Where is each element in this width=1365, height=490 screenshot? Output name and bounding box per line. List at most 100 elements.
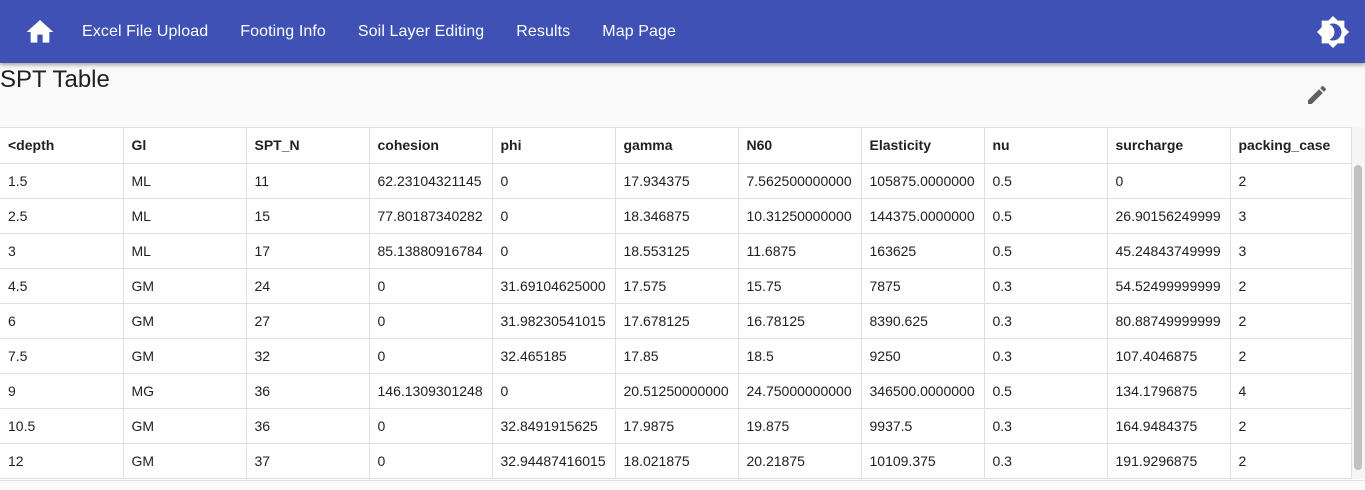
table-cell[interactable]: 0.5 xyxy=(984,163,1108,199)
table-row[interactable]: 7.5 GM 32 0 32.465185 17.85 18.5 9250 0.3 107.404… xyxy=(0,338,1354,374)
table-cell[interactable]: 2 xyxy=(1230,163,1354,199)
table-cell[interactable]: 0 xyxy=(369,408,493,444)
table-cell[interactable]: 9937.5 xyxy=(861,408,985,444)
table-cell[interactable]: 2 xyxy=(1230,408,1354,444)
table-row[interactable]: 10.5 GM 36 0 32.8491915625 17.9875 19.875 9937.… xyxy=(0,408,1354,444)
table-cell[interactable]: 20.51250000000 xyxy=(615,373,739,409)
table-cell[interactable]: 0 xyxy=(492,233,616,269)
table-cell[interactable]: 3 xyxy=(0,233,124,269)
table-cell[interactable]: 77.80187340282 xyxy=(369,198,493,234)
table-cell[interactable]: 0 xyxy=(492,163,616,199)
table-cell[interactable]: 16.78125 xyxy=(738,303,862,339)
table-cell[interactable]: 105875.0000000 xyxy=(861,163,985,199)
table-cell[interactable]: 8390.625 xyxy=(861,303,985,339)
table-cell[interactable]: GM xyxy=(123,443,247,479)
table-cell[interactable]: 15 xyxy=(246,198,370,234)
table-cell[interactable]: 4.5 xyxy=(0,268,124,304)
table-cell[interactable]: 15.75 xyxy=(738,268,862,304)
table-cell[interactable]: 191.9296875 xyxy=(1107,443,1231,479)
home-button[interactable] xyxy=(20,12,60,52)
table-cell[interactable]: 0 xyxy=(369,303,493,339)
table-cell[interactable]: 144375.0000000 xyxy=(861,198,985,234)
edit-table-button[interactable] xyxy=(1304,82,1330,108)
table-row[interactable]: 4.5 GM 24 0 31.69104625000 17.575 15.75 7875 0.3… xyxy=(0,268,1354,304)
table-cell[interactable]: 17.9875 xyxy=(615,408,739,444)
table-row[interactable]: 9 MG 36 146.1309301248 0 20.51250000000 24.750… xyxy=(0,373,1354,409)
table-cell[interactable]: 36 xyxy=(246,373,370,409)
table-cell[interactable]: 3 xyxy=(1230,198,1354,234)
table-cell[interactable]: 346500.0000000 xyxy=(861,373,985,409)
table-cell[interactable]: ML xyxy=(123,163,247,199)
nav-excel-file-upload[interactable]: Excel File Upload xyxy=(66,0,224,63)
table-cell[interactable]: 32.94487416015 xyxy=(492,443,616,479)
table-cell[interactable]: 45.24843749999 xyxy=(1107,233,1231,269)
table-cell[interactable]: 6 xyxy=(0,303,124,339)
table-cell[interactable]: 18.553125 xyxy=(615,233,739,269)
table-cell[interactable]: 0.3 xyxy=(984,303,1108,339)
table-cell[interactable]: 0 xyxy=(369,443,493,479)
theme-toggle-button[interactable] xyxy=(1315,14,1351,50)
column-header[interactable]: phi xyxy=(492,128,616,164)
table-cell[interactable]: 17.575 xyxy=(615,268,739,304)
table-cell[interactable]: 17.85 xyxy=(615,338,739,374)
table-cell[interactable]: 62.23104321145 xyxy=(369,163,493,199)
table-cell[interactable]: 9250 xyxy=(861,338,985,374)
table-cell[interactable]: 17.678125 xyxy=(615,303,739,339)
table-cell[interactable]: 17 xyxy=(246,233,370,269)
nav-soil-layer-editing[interactable]: Soil Layer Editing xyxy=(342,0,500,63)
table-cell[interactable]: 31.98230541015 xyxy=(492,303,616,339)
table-row[interactable]: 1.5 ML 11 62.23104321145 0 17.934375 7.5625000… xyxy=(0,163,1354,199)
table-row[interactable]: 12 GM 37 0 32.94487416015 18.021875 20.21875 10… xyxy=(0,443,1354,479)
table-cell[interactable]: 134.1796875 xyxy=(1107,373,1231,409)
table-cell[interactable]: GM xyxy=(123,303,247,339)
table-cell[interactable]: 0.3 xyxy=(984,338,1108,374)
table-row[interactable]: 3 ML 17 85.13880916784 0 18.553125 11.6875 1636… xyxy=(0,233,1354,269)
table-cell[interactable]: 4 xyxy=(1230,373,1354,409)
column-header[interactable]: surcharge xyxy=(1107,128,1231,164)
table-cell[interactable]: 0.3 xyxy=(984,408,1108,444)
column-header[interactable]: SPT_N xyxy=(246,128,370,164)
table-cell[interactable]: 0 xyxy=(1107,163,1231,199)
column-header[interactable]: packing_case xyxy=(1230,128,1354,164)
table-cell[interactable]: 0.5 xyxy=(984,233,1108,269)
table-cell[interactable]: 32 xyxy=(246,338,370,374)
table-cell[interactable]: 18.5 xyxy=(738,338,862,374)
column-header[interactable]: N60 xyxy=(738,128,862,164)
table-cell[interactable]: 146.1309301248 xyxy=(369,373,493,409)
column-header[interactable]: nu xyxy=(984,128,1108,164)
table-cell[interactable]: GM xyxy=(123,338,247,374)
table-cell[interactable]: 9 xyxy=(0,373,124,409)
column-header[interactable]: Elasticity xyxy=(861,128,985,164)
table-cell[interactable]: MG xyxy=(123,373,247,409)
column-header[interactable]: gamma xyxy=(615,128,739,164)
table-cell[interactable]: 7875 xyxy=(861,268,985,304)
table-cell[interactable]: 54.52499999999 xyxy=(1107,268,1231,304)
nav-map-page[interactable]: Map Page xyxy=(586,0,692,63)
table-cell[interactable]: 11.6875 xyxy=(738,233,862,269)
table-cell[interactable]: 37 xyxy=(246,443,370,479)
table-row[interactable]: 6 GM 27 0 31.98230541015 17.678125 16.78125 839… xyxy=(0,303,1354,339)
table-row[interactable]: 2.5 ML 15 77.80187340282 0 18.346875 10.312500… xyxy=(0,198,1354,234)
table-scrollbar-thumb[interactable] xyxy=(1354,165,1362,470)
table-cell[interactable]: 27 xyxy=(246,303,370,339)
table-cell[interactable]: 2 xyxy=(1230,268,1354,304)
table-cell[interactable]: 80.88749999999 xyxy=(1107,303,1231,339)
table-cell[interactable]: 7.562500000000 xyxy=(738,163,862,199)
nav-results[interactable]: Results xyxy=(500,0,586,63)
table-cell[interactable]: 32.8491915625 xyxy=(492,408,616,444)
table-cell[interactable]: 1.5 xyxy=(0,163,124,199)
table-cell[interactable]: 164.9484375 xyxy=(1107,408,1231,444)
table-cell[interactable]: 18.021875 xyxy=(615,443,739,479)
table-cell[interactable]: GM xyxy=(123,268,247,304)
table-cell[interactable]: 18.346875 xyxy=(615,198,739,234)
table-cell[interactable]: 24.75000000000 xyxy=(738,373,862,409)
column-header[interactable]: <depth xyxy=(0,128,124,164)
table-cell[interactable]: ML xyxy=(123,198,247,234)
table-cell[interactable]: 10.31250000000 xyxy=(738,198,862,234)
table-cell[interactable]: 31.69104625000 xyxy=(492,268,616,304)
table-cell[interactable]: 20.21875 xyxy=(738,443,862,479)
table-cell[interactable]: 17.934375 xyxy=(615,163,739,199)
table-cell[interactable]: 26.90156249999 xyxy=(1107,198,1231,234)
table-cell[interactable]: 7.5 xyxy=(0,338,124,374)
column-header[interactable]: Gl xyxy=(123,128,247,164)
